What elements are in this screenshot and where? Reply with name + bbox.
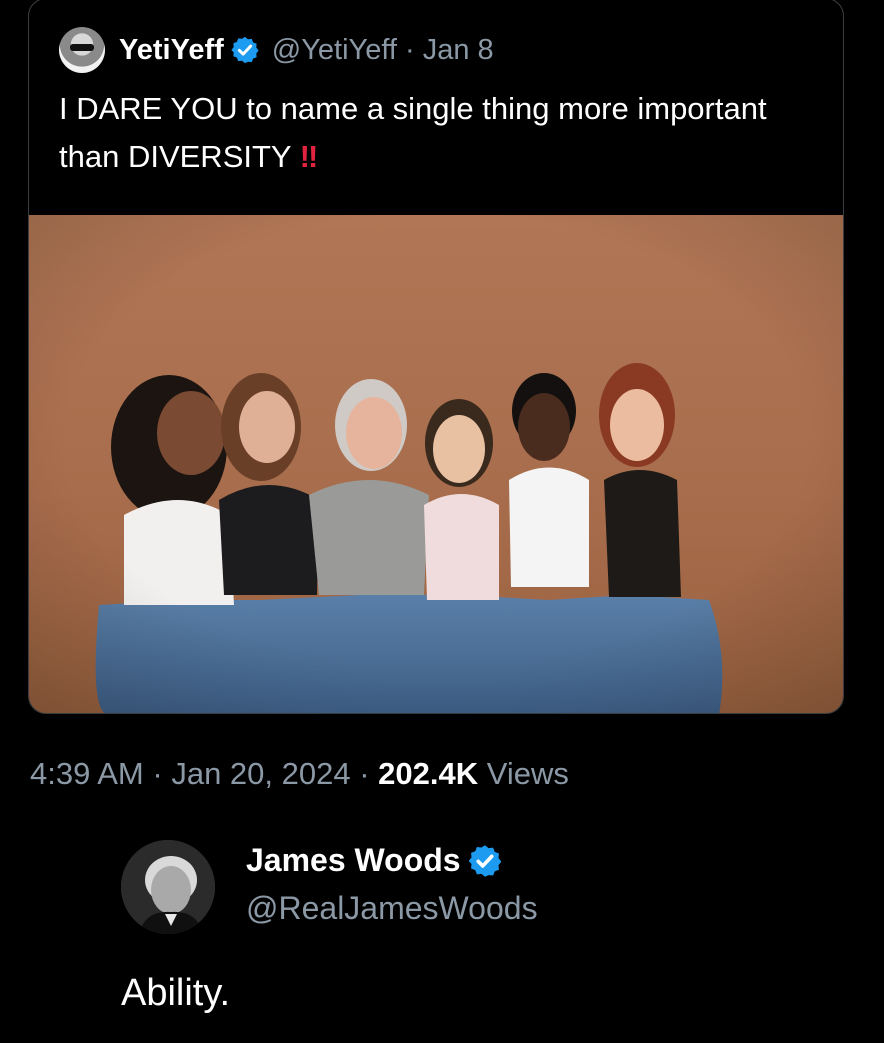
photo-six-women-icon (29, 215, 843, 713)
verified-badge-icon (468, 844, 501, 877)
tweet-date[interactable]: Jan 20, 2024 (171, 756, 350, 791)
separator-dot: · (359, 756, 370, 791)
reply-avatar-photo (121, 840, 215, 934)
verified-badge-icon (231, 36, 259, 64)
separator-dot: · (152, 756, 163, 791)
tweet-timestamp-line: 4:39 AM · Jan 20, 2024 · 202.4K Views (30, 756, 569, 792)
profile-avatar-icon[interactable] (59, 27, 105, 73)
quoted-tweet-card[interactable]: YetiYeff @YetiYeff · Jan 8 I DARE YOU to… (28, 0, 844, 714)
tweet-time[interactable]: 4:39 AM (30, 756, 144, 791)
quoted-date[interactable]: Jan 8 (423, 34, 494, 66)
quoted-tweet-header: YetiYeff @YetiYeff · Jan 8 (59, 27, 494, 73)
quoted-display-name[interactable]: YetiYeff (119, 34, 224, 67)
views-label: Views (486, 756, 569, 791)
reply-handle[interactable]: @RealJamesWoods (246, 890, 538, 927)
reply-name-row: James Woods (246, 842, 503, 879)
reply-text: Ability. (121, 972, 231, 1014)
profile-avatar-icon[interactable] (121, 840, 215, 934)
quoted-handle[interactable]: @YetiYeff (272, 34, 397, 66)
reply-display-name[interactable]: James Woods (246, 842, 461, 879)
quoted-tweet-text: I DARE YOU to name a single thing more i… (59, 85, 819, 181)
quoted-handle-date: @YetiYeff · Jan 8 (272, 34, 494, 67)
double-exclamation-emoji: !! (299, 139, 319, 174)
tweet-photo[interactable] (29, 215, 843, 713)
views-count[interactable]: 202.4K (378, 756, 478, 791)
separator-dot: · (405, 33, 415, 66)
quoted-text-main: I DARE YOU to name a single thing more i… (59, 91, 767, 174)
